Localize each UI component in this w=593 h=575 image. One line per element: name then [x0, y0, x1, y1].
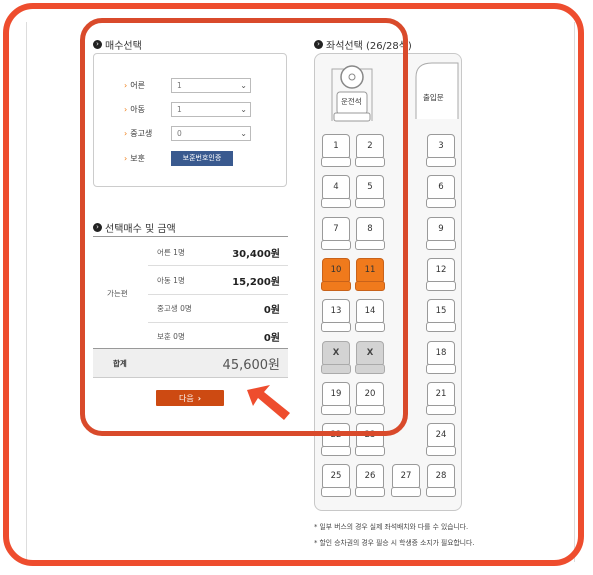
highlight-outer-frame: [3, 3, 584, 566]
